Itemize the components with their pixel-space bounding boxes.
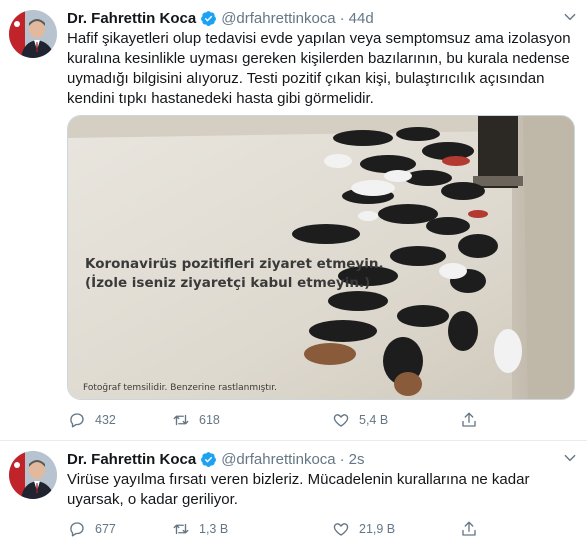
- share-icon: [460, 411, 478, 429]
- reply-count: 677: [95, 522, 116, 536]
- tweet-photo[interactable]: Koronavirüs pozitifleri ziyaret etmeyin.…: [67, 115, 575, 400]
- overlay-line-1: Koronavirüs pozitifleri ziyaret etmeyin.: [85, 256, 384, 272]
- heart-icon: [332, 411, 350, 429]
- tweet-text: Virüse yayılma fırsatı veren bizleriz. M…: [67, 471, 530, 508]
- tweet-header: Dr. Fahrettin Koca @drfahrettinkoca · 2s: [67, 449, 365, 469]
- chevron-down-icon[interactable]: [563, 10, 577, 24]
- share-button[interactable]: [460, 517, 478, 541]
- tweet-actions: 432 618 5,4 B: [62, 408, 492, 432]
- chevron-down-icon[interactable]: [563, 451, 577, 465]
- author-name[interactable]: Dr. Fahrettin Koca: [67, 10, 196, 27]
- overlay-line-2: (İzole iseniz ziyaretçi kabul etmeyin.): [85, 275, 371, 291]
- reply-button[interactable]: 432: [68, 408, 116, 432]
- tweet-text: Hafif şikayetleri olup tedavisi evde yap…: [67, 30, 571, 107]
- retweet-icon: [172, 411, 190, 429]
- like-count: 5,4 B: [359, 413, 389, 427]
- reply-button[interactable]: 677: [68, 517, 116, 541]
- share-icon: [460, 520, 478, 538]
- like-button[interactable]: 5,4 B: [332, 408, 388, 432]
- reply-count: 432: [95, 413, 116, 427]
- author-handle[interactable]: @drfahrettinkoca: [221, 10, 335, 27]
- heart-icon: [332, 520, 350, 538]
- tweet-timestamp[interactable]: 2s: [349, 451, 365, 468]
- author-name[interactable]: Dr. Fahrettin Koca: [67, 451, 196, 468]
- reply-icon: [68, 520, 86, 538]
- verified-badge-icon: [200, 10, 217, 27]
- tweet[interactable]: Dr. Fahrettin Koca @drfahrettinkoca · 44…: [0, 0, 587, 441]
- author-handle[interactable]: @drfahrettinkoca: [221, 451, 335, 468]
- separator-dot: ·: [339, 9, 345, 27]
- retweet-icon: [172, 520, 190, 538]
- like-count: 21,9 B: [359, 522, 396, 536]
- avatar[interactable]: [9, 451, 57, 499]
- tweet-timestamp[interactable]: 44d: [349, 10, 374, 27]
- verified-badge-icon: [200, 451, 217, 468]
- retweet-count: 1,3 B: [199, 522, 229, 536]
- photo-caption: Fotoğraf temsilidir. Benzerine rastlanmı…: [83, 383, 278, 393]
- separator-dot: ·: [339, 450, 345, 468]
- retweet-button[interactable]: 1,3 B: [172, 517, 228, 541]
- retweet-count: 618: [199, 413, 220, 427]
- tweet-actions: 677 1,3 B 21,9 B: [62, 517, 492, 541]
- reply-icon: [68, 411, 86, 429]
- like-button[interactable]: 21,9 B: [332, 517, 395, 541]
- retweet-button[interactable]: 618: [172, 408, 220, 432]
- photo-overlay-text: Koronavirüs pozitifleri ziyaret etmeyin.…: [85, 255, 384, 293]
- tweet-header: Dr. Fahrettin Koca @drfahrettinkoca · 44…: [67, 8, 374, 28]
- avatar[interactable]: [9, 10, 57, 58]
- tweet[interactable]: Dr. Fahrettin Koca @drfahrettinkoca · 2s…: [0, 441, 587, 546]
- share-button[interactable]: [460, 408, 478, 432]
